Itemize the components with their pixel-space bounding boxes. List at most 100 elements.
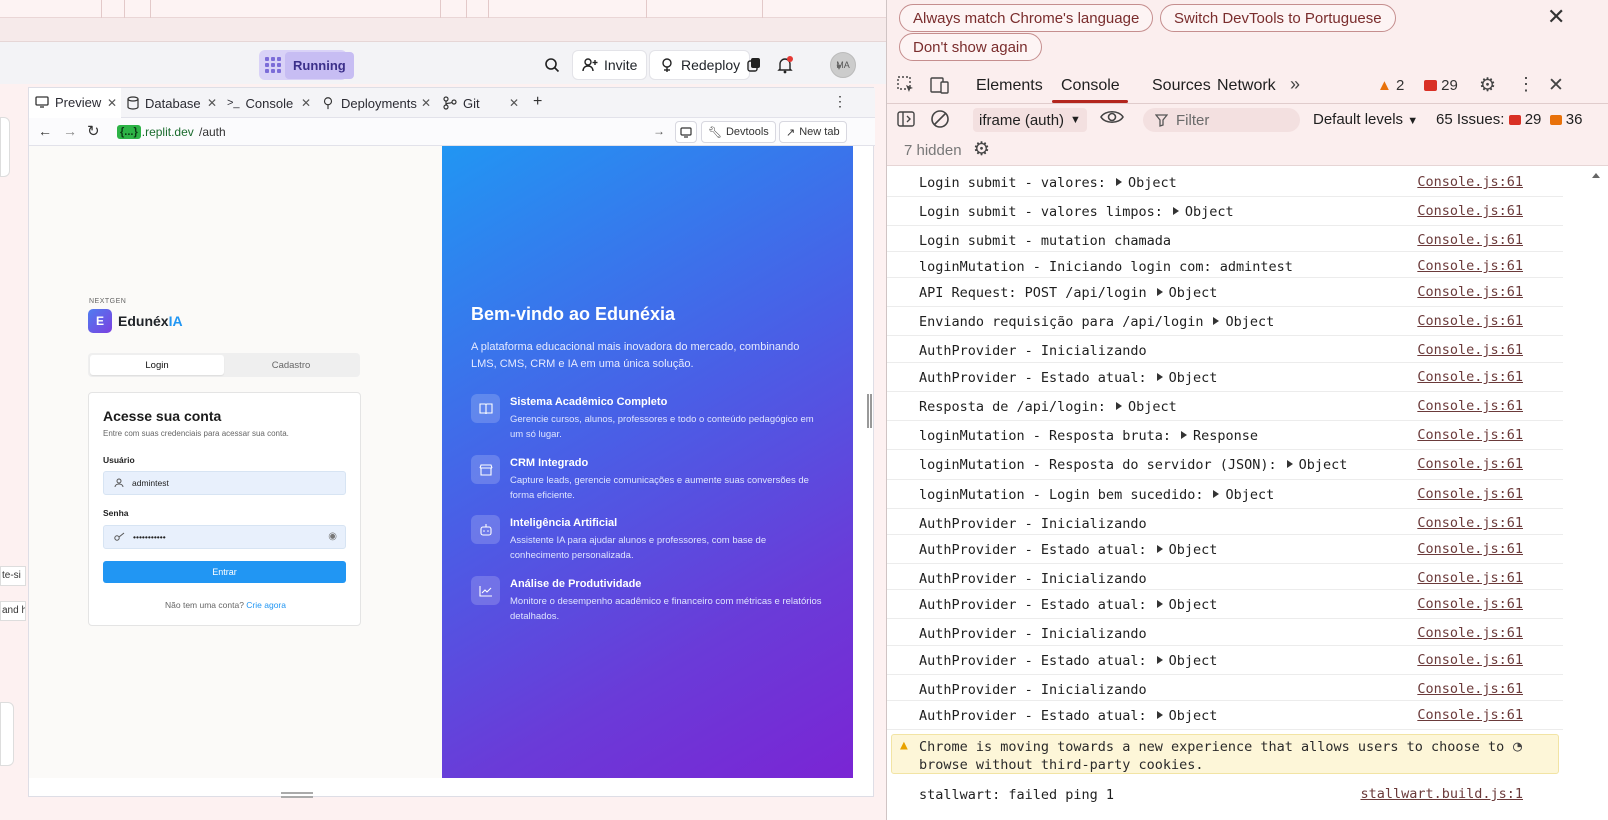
- switch-language-button[interactable]: Switch DevTools to Portuguese: [1160, 4, 1396, 32]
- object-preview[interactable]: Response: [1193, 428, 1258, 444]
- errors-counter[interactable]: 29: [1424, 77, 1458, 94]
- source-link[interactable]: Console.js:61: [1417, 398, 1523, 414]
- eye-icon[interactable]: ◉: [328, 531, 337, 542]
- run-status-button[interactable]: Running: [259, 50, 354, 80]
- tab-console[interactable]: Console: [1061, 77, 1120, 95]
- eye-icon[interactable]: [1100, 108, 1124, 131]
- device-toolbar-icon[interactable]: [930, 76, 950, 99]
- clear-console-icon[interactable]: [930, 109, 950, 134]
- source-link[interactable]: Console.js:61: [1417, 313, 1523, 329]
- object-preview[interactable]: Object: [1225, 314, 1274, 330]
- source-link[interactable]: Console.js:61: [1417, 596, 1523, 612]
- warnings-counter[interactable]: ▲ 2: [1377, 77, 1404, 94]
- tab-console[interactable]: >_ Console ✕: [221, 88, 315, 118]
- scrollbar[interactable]: [1591, 168, 1601, 820]
- object-preview[interactable]: Object: [1169, 370, 1218, 386]
- expand-triangle-icon[interactable]: [1156, 711, 1163, 719]
- invite-button[interactable]: Invite: [572, 50, 648, 80]
- expand-triangle-icon[interactable]: [1156, 373, 1163, 381]
- expand-triangle-icon[interactable]: [1156, 600, 1163, 608]
- expand-triangle-icon[interactable]: [1156, 288, 1163, 296]
- source-link[interactable]: Console.js:61: [1417, 174, 1523, 190]
- expand-triangle-icon[interactable]: [1213, 317, 1220, 325]
- object-preview[interactable]: Object: [1169, 542, 1218, 558]
- object-preview[interactable]: Object: [1225, 487, 1274, 503]
- object-preview[interactable]: Object: [1169, 597, 1218, 613]
- close-icon[interactable]: ✕: [1547, 4, 1565, 30]
- more-options-icon[interactable]: ⋮: [1517, 74, 1535, 95]
- object-preview[interactable]: Object: [1169, 708, 1218, 724]
- source-link[interactable]: Console.js:61: [1417, 203, 1523, 219]
- screen-size-button[interactable]: [675, 121, 697, 143]
- username-field[interactable]: admintest: [103, 471, 346, 495]
- tab-login[interactable]: Login: [90, 355, 224, 375]
- submit-button[interactable]: Entrar: [103, 561, 346, 583]
- tab-preview[interactable]: Preview ✕: [29, 88, 121, 118]
- source-link[interactable]: Console.js:61: [1417, 232, 1523, 248]
- source-link[interactable]: Console.js:61: [1417, 652, 1523, 668]
- more-tabs-icon[interactable]: »: [1290, 74, 1300, 95]
- source-link[interactable]: Console.js:61: [1417, 258, 1523, 274]
- expand-triangle-icon[interactable]: [1172, 207, 1179, 215]
- password-field[interactable]: ••••••••••• ◉: [103, 525, 346, 549]
- source-link[interactable]: Console.js:61: [1417, 515, 1523, 531]
- object-preview[interactable]: Object: [1185, 204, 1234, 220]
- filter-input[interactable]: Filter: [1143, 108, 1300, 132]
- object-preview[interactable]: Object: [1169, 285, 1218, 301]
- close-icon[interactable]: ✕: [509, 96, 519, 110]
- expand-triangle-icon[interactable]: [1115, 178, 1122, 186]
- add-tab-icon[interactable]: +: [533, 93, 542, 111]
- signup-link[interactable]: Crie agora: [246, 600, 286, 610]
- close-icon[interactable]: ✕: [107, 96, 117, 110]
- reload-icon[interactable]: ↻: [87, 122, 100, 140]
- object-preview[interactable]: Object: [1169, 653, 1218, 669]
- object-preview[interactable]: Object: [1299, 457, 1348, 473]
- copy-icon[interactable]: [743, 54, 765, 76]
- tab-signup[interactable]: Cadastro: [224, 355, 358, 375]
- source-link[interactable]: Console.js:61: [1417, 707, 1523, 723]
- url-path-input[interactable]: [199, 125, 639, 139]
- object-preview[interactable]: Object: [1128, 175, 1177, 191]
- expand-triangle-icon[interactable]: [1156, 545, 1163, 553]
- dont-show-again-button[interactable]: Don't show again: [899, 33, 1042, 61]
- redeploy-button[interactable]: Redeploy: [649, 50, 751, 80]
- expand-triangle-icon[interactable]: [1115, 402, 1122, 410]
- console-settings-icon[interactable]: ⚙: [973, 138, 990, 161]
- bell-icon[interactable]: [774, 54, 796, 76]
- go-arrow-icon[interactable]: →: [653, 124, 665, 138]
- new-tab-button[interactable]: ↗ New tab: [779, 121, 847, 143]
- source-link[interactable]: Console.js:61: [1417, 342, 1523, 358]
- settings-gear-icon[interactable]: ⚙: [1479, 74, 1496, 97]
- close-icon[interactable]: ✕: [421, 96, 431, 110]
- devtools-button[interactable]: 🔧︎ Devtools: [701, 121, 776, 143]
- resize-grip[interactable]: [281, 792, 313, 798]
- match-language-button[interactable]: Always match Chrome's language: [899, 4, 1154, 32]
- source-link[interactable]: Console.js:61: [1417, 681, 1523, 697]
- context-select[interactable]: iframe (auth) ▼: [973, 108, 1087, 132]
- search-icon[interactable]: [541, 54, 563, 76]
- source-link[interactable]: Console.js:61: [1417, 369, 1523, 385]
- cookie-icon[interactable]: ◔: [1513, 737, 1522, 755]
- url-domain[interactable]: {...} .replit.dev: [117, 123, 194, 141]
- source-link[interactable]: Console.js:61: [1417, 456, 1523, 472]
- expand-triangle-icon[interactable]: [1156, 656, 1163, 664]
- source-link[interactable]: Console.js:61: [1417, 284, 1523, 300]
- back-icon[interactable]: ←: [38, 123, 52, 139]
- log-levels-select[interactable]: Default levels ▼: [1313, 111, 1418, 128]
- source-link[interactable]: Console.js:61: [1417, 541, 1523, 557]
- chevron-down-icon[interactable]: ▾: [831, 56, 847, 78]
- source-link[interactable]: Console.js:61: [1417, 625, 1523, 641]
- source-link[interactable]: Console.js:61: [1417, 486, 1523, 502]
- source-link[interactable]: Console.js:61: [1417, 570, 1523, 586]
- tab-deployments[interactable]: Deployments ✕: [315, 88, 435, 118]
- issues-counter[interactable]: 65 Issues: 29 36: [1436, 111, 1582, 128]
- tab-network[interactable]: Network: [1217, 77, 1276, 95]
- object-preview[interactable]: Object: [1128, 399, 1177, 415]
- expand-triangle-icon[interactable]: [1286, 460, 1293, 468]
- close-icon[interactable]: ✕: [301, 96, 311, 110]
- expand-triangle-icon[interactable]: [1180, 431, 1187, 439]
- tab-git[interactable]: Git ✕: [437, 88, 523, 118]
- inspect-element-icon[interactable]: [897, 76, 915, 99]
- expand-triangle-icon[interactable]: [1213, 490, 1220, 498]
- close-icon[interactable]: ✕: [207, 96, 217, 110]
